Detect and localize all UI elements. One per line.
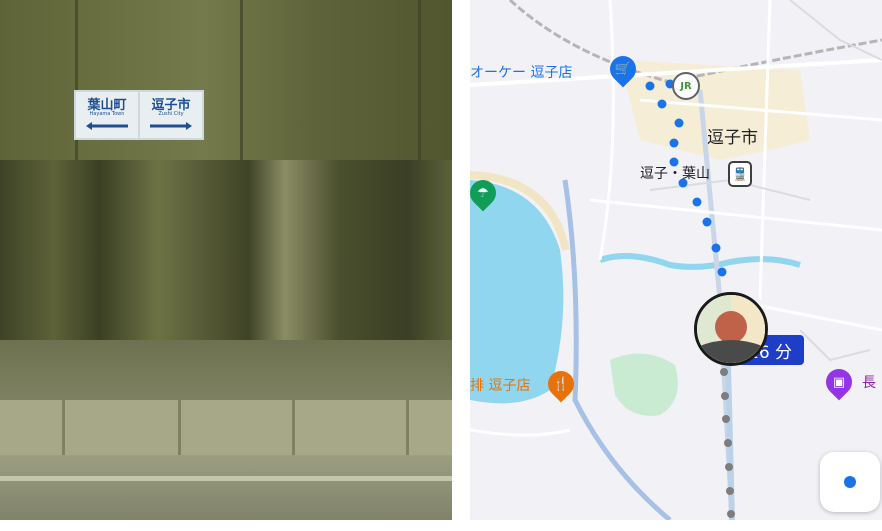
tunnel-wall-lower bbox=[0, 160, 452, 340]
road-line bbox=[0, 476, 452, 481]
arrow-right-icon bbox=[150, 122, 192, 130]
restaurant-pin[interactable]: 🍴 bbox=[542, 365, 580, 403]
avatar-icon bbox=[697, 295, 765, 363]
minor-road bbox=[799, 329, 871, 362]
sign-sub-text: Hayama Town bbox=[89, 111, 125, 117]
place-icon: ▣ bbox=[832, 374, 846, 390]
road bbox=[0, 455, 452, 520]
current-location-avatar[interactable] bbox=[694, 292, 768, 366]
boundary-sign-hayama: 葉山町 Hayama Town bbox=[74, 90, 140, 140]
curb-seam bbox=[62, 400, 65, 455]
station-label[interactable]: 逗子・葉山 bbox=[640, 163, 710, 183]
my-location-icon bbox=[844, 476, 856, 488]
train-icon[interactable]: 🚆 bbox=[728, 161, 752, 187]
sign-sub-text: Zushi City bbox=[158, 111, 184, 117]
curb-seam bbox=[292, 400, 295, 455]
main-road bbox=[562, 179, 672, 520]
shopping-cart-icon: 🛒 bbox=[614, 61, 632, 77]
city-label: 逗子市 bbox=[707, 128, 758, 148]
wall-seam bbox=[240, 0, 243, 165]
road bbox=[589, 198, 882, 232]
boundary-sign-zushi: 逗子市 Zushi City bbox=[138, 90, 204, 140]
road bbox=[470, 428, 571, 437]
poi-label-restaurant[interactable]: 排 逗子店 bbox=[470, 375, 530, 395]
map-view[interactable]: 🛒 オーケー 逗子店 JR 逗子市 逗子・葉山 🚆 ☂ 排 逗子店 🍴 ▣ 長 … bbox=[470, 0, 882, 520]
park bbox=[610, 353, 678, 416]
curb bbox=[0, 400, 452, 455]
my-location-button[interactable] bbox=[820, 452, 880, 512]
place-pin[interactable]: ▣ bbox=[820, 363, 858, 401]
sidewalk bbox=[0, 340, 452, 400]
panel-divider bbox=[452, 0, 470, 531]
wall-seam bbox=[418, 0, 421, 165]
poi-label-partial[interactable]: 長 bbox=[862, 372, 876, 392]
bottom-margin bbox=[0, 520, 882, 531]
poi-label-shop[interactable]: オーケー 逗子店 bbox=[470, 62, 572, 82]
beach-umbrella-icon: ☂ bbox=[477, 185, 489, 201]
shop-pin[interactable]: 🛒 bbox=[604, 50, 642, 88]
label-fragment: 排 bbox=[470, 378, 484, 394]
street-photo: 葉山町 Hayama Town 逗子市 Zushi City bbox=[0, 0, 452, 520]
minor-road bbox=[789, 0, 882, 61]
river bbox=[599, 253, 801, 270]
curb-seam bbox=[406, 400, 409, 455]
fork-knife-icon: 🍴 bbox=[552, 376, 570, 392]
arrow-left-icon bbox=[86, 122, 128, 130]
jr-station-icon[interactable]: JR bbox=[672, 72, 700, 100]
curb-seam bbox=[178, 400, 181, 455]
road bbox=[598, 0, 615, 261]
wall-seam bbox=[75, 0, 78, 165]
tunnel-wall-upper bbox=[0, 0, 452, 165]
restaurant-name: 逗子店 bbox=[488, 378, 531, 394]
